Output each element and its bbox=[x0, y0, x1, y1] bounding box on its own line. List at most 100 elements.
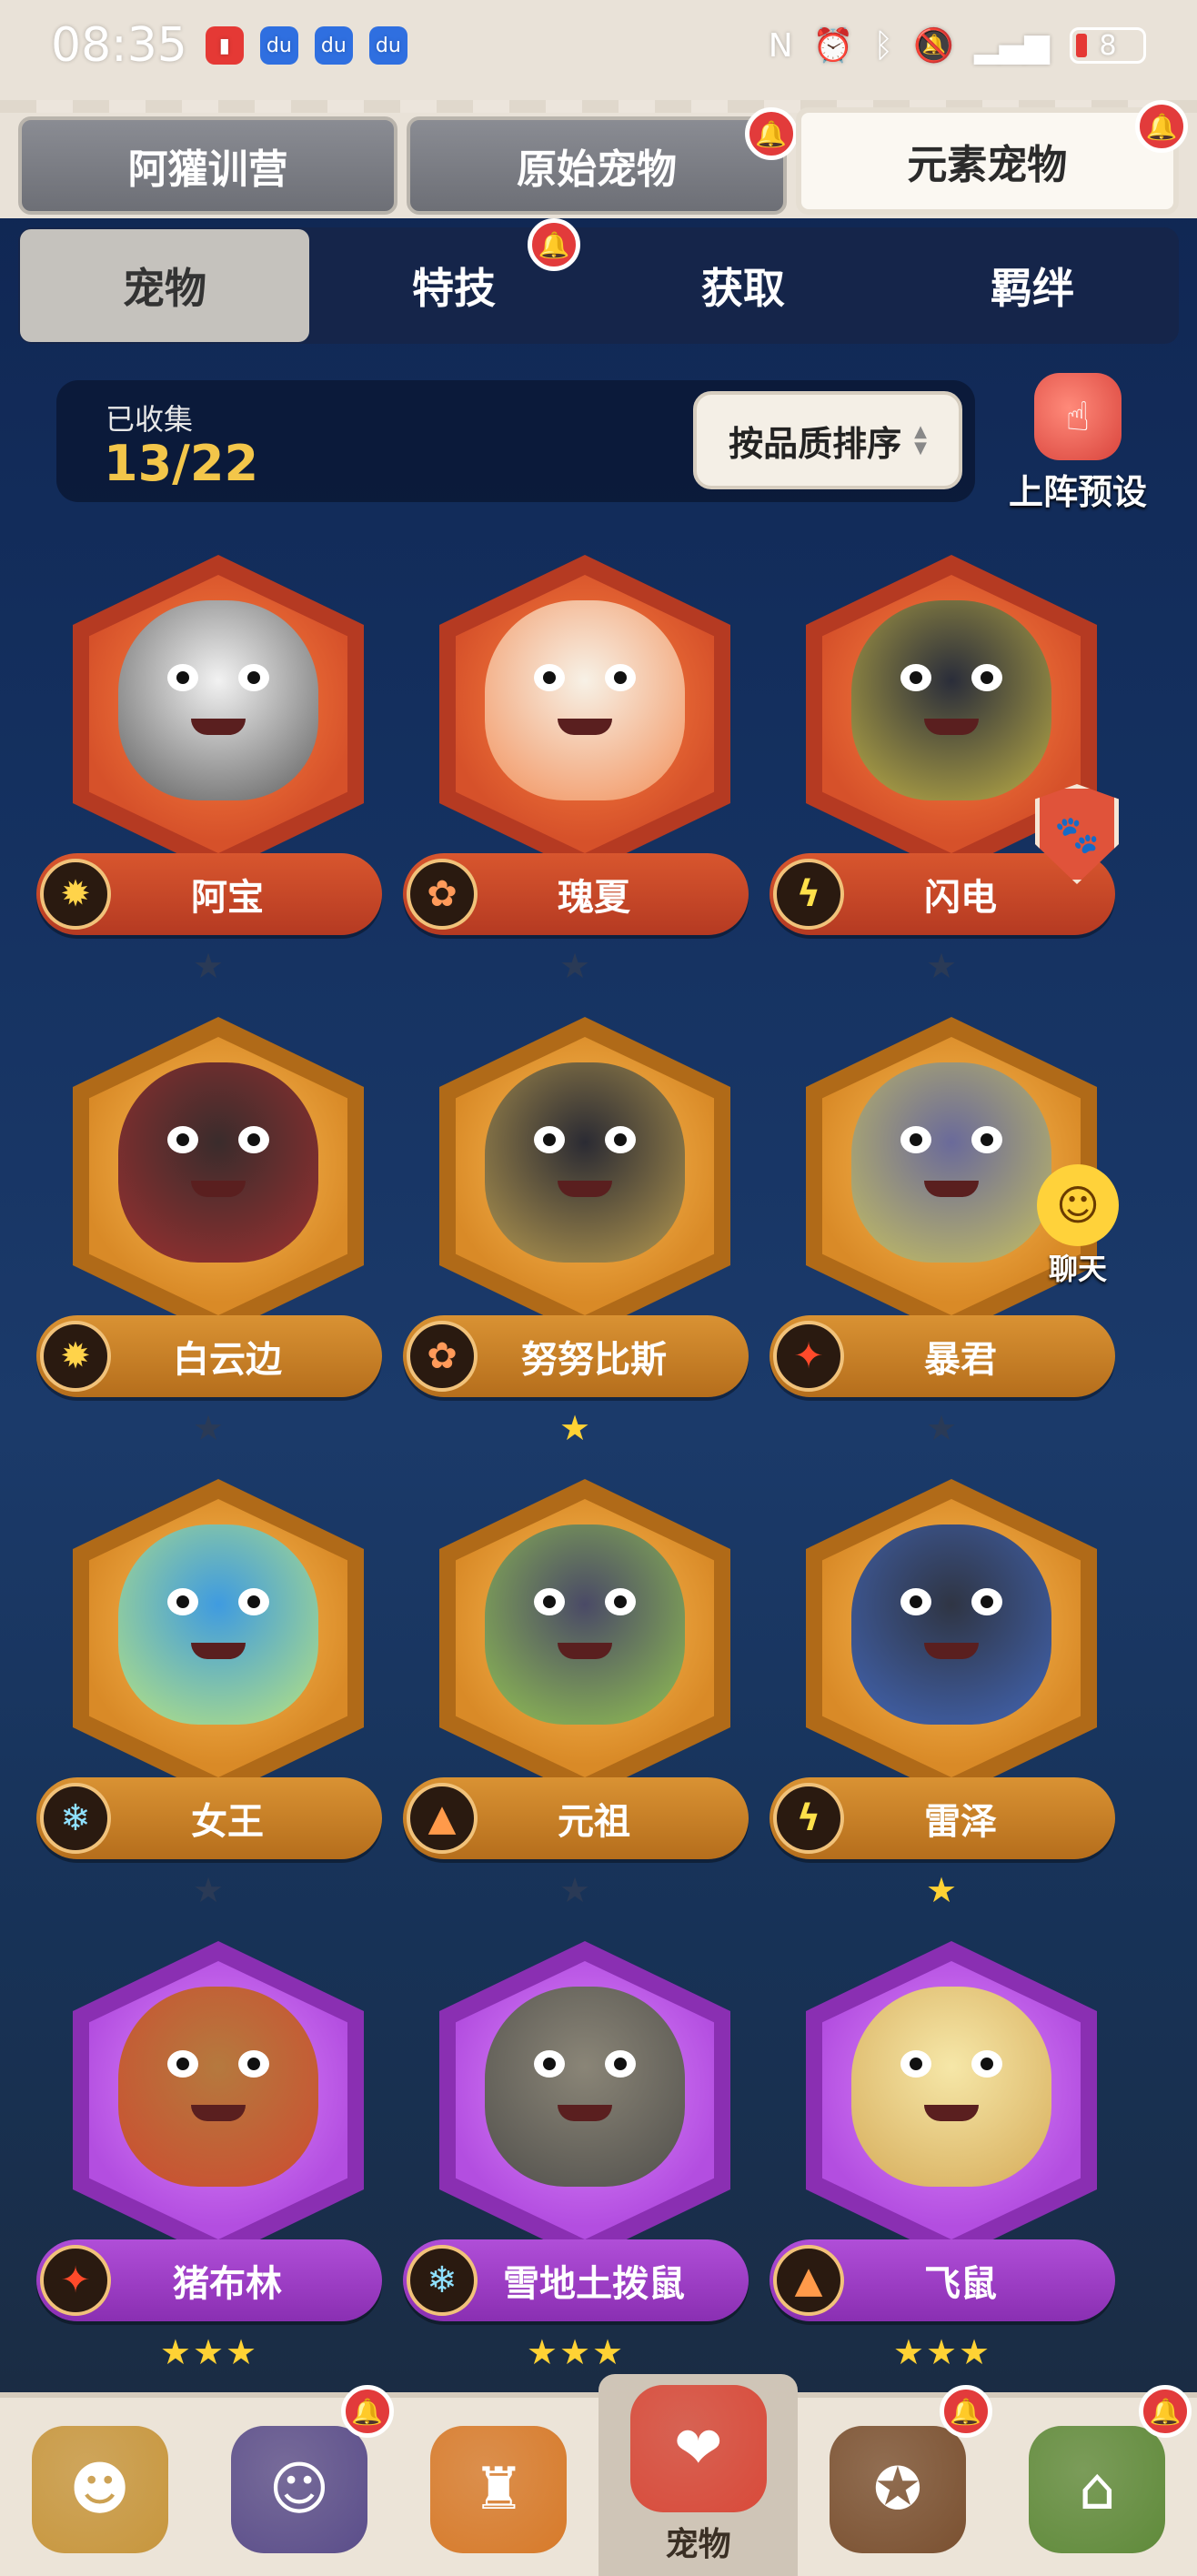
pet-card[interactable]: ❄ 雪地土拨鼠 ★★★ bbox=[403, 1923, 767, 2378]
nav-building-button[interactable]: ⌂ 🔔 bbox=[998, 2385, 1197, 2576]
pet-card[interactable]: ϟ 雷泽 ★ bbox=[770, 1461, 1133, 1916]
pet-name-plate: ❄ 女王 bbox=[36, 1777, 382, 1859]
element-fire-icon: ✦ bbox=[773, 1321, 844, 1392]
pet-name-plate: ✹ 阿宝 bbox=[36, 853, 382, 935]
dragon-pointer-icon: ☝ bbox=[1034, 373, 1122, 460]
sub-tab-1[interactable]: 宠物 bbox=[20, 229, 309, 342]
pet-card[interactable]: ✦ 猪布林 ★★★ bbox=[36, 1923, 400, 2378]
chat-face-icon: ☺ bbox=[1037, 1164, 1119, 1246]
pet-card[interactable]: ✹ 阿宝 ★ bbox=[36, 537, 400, 991]
pet-creature-icon bbox=[851, 1987, 1051, 2187]
nav-hero-button[interactable]: ☺ 🔔 bbox=[199, 2385, 398, 2576]
baidu-icon: du bbox=[368, 26, 407, 65]
pet-eye bbox=[605, 2050, 636, 2078]
pet-name-plate: ✦ 猪布林 bbox=[36, 2239, 382, 2321]
top-tab-3[interactable]: 元素宠物 🔔 bbox=[795, 100, 1188, 215]
pet-stars: ★ bbox=[558, 1408, 593, 1448]
pet-stars: ★ bbox=[558, 946, 593, 986]
pet-creature-icon bbox=[851, 600, 1051, 800]
top-tab-label: 原始宠物 bbox=[516, 146, 677, 193]
pet-portrait bbox=[100, 1035, 337, 1290]
element-brown-icon: ✿ bbox=[407, 1321, 478, 1392]
top-tab-label: 阿獾训营 bbox=[127, 146, 288, 193]
top-tab-2[interactable]: 原始宠物 🔔 bbox=[407, 107, 798, 215]
pet-stars: ★ bbox=[925, 1870, 960, 1910]
pet-card[interactable]: ❄ 女王 ★ bbox=[36, 1461, 400, 1916]
nav-totem-button[interactable]: ♜ bbox=[399, 2403, 598, 2576]
chat-button[interactable]: ☺ 聊天 bbox=[1010, 1164, 1146, 1288]
pet-mouth bbox=[924, 719, 979, 735]
pet-portrait bbox=[467, 1035, 703, 1290]
bottom-nav: ☻ ☺ 🔔 ♜ ❤ 宠物 ✪ 🔔 ⌂ 🔔 bbox=[0, 2374, 1197, 2576]
sub-tab-label: 获取 bbox=[701, 264, 785, 313]
pet-eye bbox=[534, 1126, 565, 1153]
pet-eye bbox=[900, 2050, 931, 2078]
pet-stars: ★★★ bbox=[526, 2332, 626, 2372]
pet-mouth bbox=[558, 1181, 612, 1197]
pet-creature-icon bbox=[485, 1524, 685, 1725]
nav-building-icon: ⌂ bbox=[1029, 2426, 1166, 2553]
pet-name-plate: ✹ 白云边 bbox=[36, 1315, 382, 1397]
pet-name: 雪地土拨鼠 bbox=[503, 2263, 685, 2305]
element-ice-icon: ❄ bbox=[407, 2245, 478, 2316]
sort-label: 按品质排序 bbox=[729, 423, 902, 464]
pet-card[interactable]: ✿ 努努比斯 ★ bbox=[403, 999, 767, 1454]
lineup-preset-button[interactable]: ☝ 上阵预设 bbox=[991, 373, 1164, 512]
sub-tab-2[interactable]: 特技 🔔 bbox=[309, 218, 598, 342]
pet-eye bbox=[238, 1588, 269, 1615]
sub-tab-4[interactable]: 羁绊 bbox=[888, 229, 1177, 342]
pet-creature-icon bbox=[485, 1987, 685, 2187]
notification-bell-icon: 🔔 bbox=[939, 2385, 992, 2438]
pet-mouth bbox=[924, 1181, 979, 1197]
top-tab-1[interactable]: 阿獾训营 bbox=[18, 116, 398, 215]
nav-pets-button[interactable]: ❤ 宠物 bbox=[598, 2374, 799, 2576]
collection-count: 13/22 bbox=[104, 435, 259, 492]
nav-warrior-button[interactable]: ☻ bbox=[0, 2403, 199, 2576]
sub-tab-3[interactable]: 获取 bbox=[598, 229, 888, 342]
pet-mouth bbox=[558, 2105, 612, 2121]
status-bar: 08:35 ▮ du du du N ⏰ ᛒ 🔕 ▂▄▆ 8 bbox=[0, 0, 1197, 91]
pet-eye bbox=[534, 664, 565, 691]
pet-creature-icon bbox=[118, 600, 318, 800]
pet-eye bbox=[534, 1588, 565, 1615]
pet-card[interactable]: ✹ 白云边 ★ bbox=[36, 999, 400, 1454]
pet-mouth bbox=[924, 1643, 979, 1659]
status-indicators: N ⏰ ᛒ 🔕 ▂▄▆ 8 bbox=[769, 26, 1146, 65]
pet-name: 努努比斯 bbox=[521, 1339, 667, 1381]
sort-by-quality-button[interactable]: 按品质排序 ▲ ▼ bbox=[693, 391, 962, 489]
pet-card[interactable]: ▲ 飞鼠 ★★★ bbox=[770, 1923, 1133, 2378]
pet-name: 女王 bbox=[191, 1801, 264, 1843]
top-tabs: 阿獾训营 原始宠物 🔔 元素宠物 🔔 bbox=[18, 100, 1188, 218]
pet-card[interactable]: ϟ 闪电 ★ bbox=[770, 537, 1133, 991]
sort-arrows-icon: ▲ ▼ bbox=[914, 422, 927, 458]
pet-portrait bbox=[467, 1959, 703, 2214]
pet-card[interactable]: ▲ 元祖 ★ bbox=[403, 1461, 767, 1916]
pet-name-plate: ✿ 瑰夏 bbox=[403, 853, 749, 935]
alarm-icon: ⏰ bbox=[812, 27, 854, 65]
pet-card[interactable]: ✿ 瑰夏 ★ bbox=[403, 537, 767, 991]
pet-creature-icon bbox=[118, 1524, 318, 1725]
pet-portrait bbox=[467, 1497, 703, 1752]
pet-eye bbox=[167, 664, 198, 691]
notification-bell-icon: 🔔 bbox=[528, 218, 580, 271]
pet-mouth bbox=[191, 2105, 246, 2121]
element-brown-icon: ✿ bbox=[407, 859, 478, 930]
nav-bear-button[interactable]: ✪ 🔔 bbox=[798, 2385, 997, 2576]
chat-label: 聊天 bbox=[1048, 1252, 1107, 1286]
pet-name: 闪电 bbox=[924, 877, 997, 919]
pet-creature-icon bbox=[485, 1062, 685, 1263]
pet-portrait bbox=[833, 1959, 1070, 2214]
pet-eye bbox=[605, 1588, 636, 1615]
pet-eye bbox=[238, 664, 269, 691]
pet-mouth bbox=[924, 2105, 979, 2121]
element-fire-icon: ✦ bbox=[40, 2245, 111, 2316]
pet-portrait bbox=[833, 573, 1070, 828]
element-yellow-icon: ϟ bbox=[773, 859, 844, 930]
pet-name: 雷泽 bbox=[924, 1801, 997, 1843]
element-earth-icon: ▲ bbox=[407, 1783, 478, 1854]
pet-eye bbox=[971, 2050, 1002, 2078]
pet-portrait bbox=[833, 1497, 1070, 1752]
sub-tabs: 宠物 特技 🔔 获取 羁绊 bbox=[18, 218, 1179, 344]
collection-label: 已收集 bbox=[106, 402, 194, 437]
pet-creature-icon bbox=[118, 1062, 318, 1263]
